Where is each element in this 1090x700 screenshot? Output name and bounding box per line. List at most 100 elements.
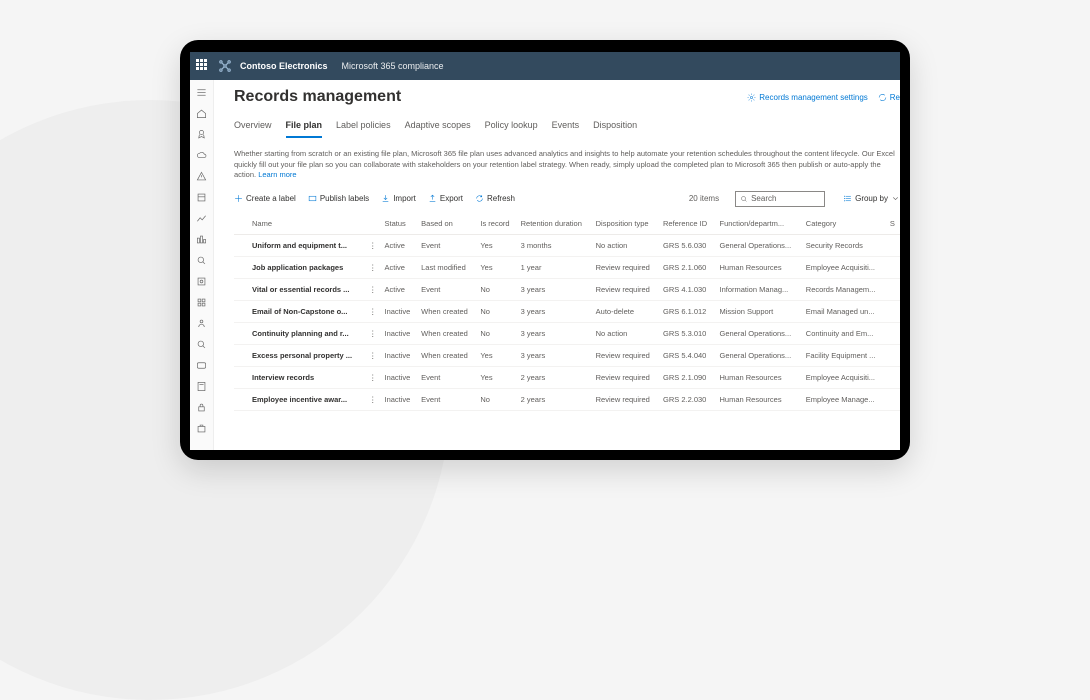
row-reference: GRS 5.6.030 [659, 234, 716, 256]
refresh-button[interactable]: Refresh [475, 194, 515, 203]
row-name: Email of Non-Capstone o... [248, 300, 365, 322]
row-category: Email Managed un... [802, 300, 886, 322]
suite-header: Contoso Electronics Microsoft 365 compli… [190, 52, 900, 80]
row-status: Inactive [380, 366, 417, 388]
row-menu-icon[interactable]: ⋮ [365, 234, 381, 256]
chevron-down-icon [891, 194, 900, 203]
app-launcher-icon[interactable] [196, 59, 210, 73]
table-row[interactable]: Excess personal property ... ⋮ Inactive … [234, 344, 900, 366]
row-menu-icon[interactable]: ⋮ [365, 300, 381, 322]
search-input[interactable]: Search [735, 191, 825, 207]
row-status: Inactive [380, 322, 417, 344]
suite-name: Microsoft 365 compliance [342, 61, 444, 71]
records-icon[interactable] [196, 380, 208, 392]
row-category: Security Records [802, 234, 886, 256]
learn-more-link[interactable]: Learn more [258, 170, 296, 179]
col-based-on[interactable]: Based on [417, 213, 476, 235]
row-function: Human Resources [715, 366, 801, 388]
lock-icon[interactable] [196, 401, 208, 413]
row-menu-icon[interactable]: ⋮ [365, 366, 381, 388]
publish-labels-button[interactable]: Publish labels [308, 194, 369, 203]
cloud-icon[interactable] [196, 149, 208, 161]
description: Whether starting from scratch or an exis… [234, 149, 900, 181]
row-menu-icon[interactable]: ⋮ [365, 388, 381, 410]
row-disposition: Review required [592, 256, 659, 278]
row-function: Human Resources [715, 256, 801, 278]
col-reference[interactable]: Reference ID [659, 213, 716, 235]
col-function[interactable]: Function/departm... [715, 213, 801, 235]
compliance-icon[interactable] [196, 128, 208, 140]
col-s[interactable]: S [886, 213, 900, 235]
tab-label-policies[interactable]: Label policies [336, 120, 391, 138]
group-by-button[interactable]: Group by [843, 194, 900, 203]
row-function: Human Resources [715, 388, 801, 410]
row-disposition: Review required [592, 344, 659, 366]
policies-icon[interactable] [196, 233, 208, 245]
tab-events[interactable]: Events [552, 120, 580, 138]
home-icon[interactable] [196, 107, 208, 119]
discover-icon[interactable] [196, 338, 208, 350]
tabs: Overview File plan Label policies Adapti… [234, 120, 900, 139]
create-label-button[interactable]: Create a label [234, 194, 296, 203]
row-based-on: When created [417, 322, 476, 344]
row-reference: GRS 5.3.010 [659, 322, 716, 344]
settings-link[interactable]: Records management settings [747, 93, 868, 102]
row-function: Information Manag... [715, 278, 801, 300]
row-status: Inactive [380, 300, 417, 322]
row-retention: 1 year [517, 256, 592, 278]
data-icon[interactable] [196, 275, 208, 287]
row-status: Active [380, 256, 417, 278]
refresh-link[interactable]: Re [878, 93, 900, 102]
tab-adaptive-scopes[interactable]: Adaptive scopes [405, 120, 471, 138]
table-row[interactable]: Employee incentive awar... ⋮ Inactive Ev… [234, 388, 900, 410]
tab-disposition[interactable]: Disposition [593, 120, 637, 138]
reports-icon[interactable] [196, 191, 208, 203]
row-is-record: No [476, 322, 516, 344]
col-status[interactable]: Status [380, 213, 417, 235]
row-status: Inactive [380, 344, 417, 366]
tab-policy-lookup[interactable]: Policy lookup [485, 120, 538, 138]
row-is-record: No [476, 388, 516, 410]
col-is-record[interactable]: Is record [476, 213, 516, 235]
nav-rail [190, 80, 214, 450]
tab-file-plan[interactable]: File plan [286, 120, 323, 138]
table-row[interactable]: Continuity planning and r... ⋮ Inactive … [234, 322, 900, 344]
tab-overview[interactable]: Overview [234, 120, 272, 138]
col-retention[interactable]: Retention duration [517, 213, 592, 235]
row-disposition: Review required [592, 278, 659, 300]
table-row[interactable]: Uniform and equipment t... ⋮ Active Even… [234, 234, 900, 256]
row-is-record: Yes [476, 256, 516, 278]
import-button[interactable]: Import [381, 194, 416, 203]
row-status: Active [380, 234, 417, 256]
row-menu-icon[interactable]: ⋮ [365, 256, 381, 278]
row-disposition: Review required [592, 388, 659, 410]
menu-icon[interactable] [196, 86, 208, 98]
row-category: Facility Equipment ... [802, 344, 886, 366]
row-reference: GRS 6.1.012 [659, 300, 716, 322]
export-button[interactable]: Export [428, 194, 463, 203]
row-menu-icon[interactable]: ⋮ [365, 322, 381, 344]
chart-icon[interactable] [196, 212, 208, 224]
roles-icon[interactable] [196, 317, 208, 329]
briefcase-icon[interactable] [196, 422, 208, 434]
row-retention: 3 months [517, 234, 592, 256]
table-row[interactable]: Vital or essential records ... ⋮ Active … [234, 278, 900, 300]
row-disposition: Review required [592, 366, 659, 388]
row-menu-icon[interactable]: ⋮ [365, 344, 381, 366]
message-icon[interactable] [196, 359, 208, 371]
row-based-on: Event [417, 366, 476, 388]
row-status: Active [380, 278, 417, 300]
row-name: Excess personal property ... [248, 344, 365, 366]
col-name[interactable]: Name [248, 213, 365, 235]
table-row[interactable]: Job application packages ⋮ Active Last m… [234, 256, 900, 278]
col-disposition[interactable]: Disposition type [592, 213, 659, 235]
alert-icon[interactable] [196, 170, 208, 182]
row-menu-icon[interactable]: ⋮ [365, 278, 381, 300]
table-row[interactable]: Interview records ⋮ Inactive Event Yes 2… [234, 366, 900, 388]
row-function: General Operations... [715, 344, 801, 366]
col-category[interactable]: Category [802, 213, 886, 235]
catalog-icon[interactable] [196, 296, 208, 308]
search-nav-icon[interactable] [196, 254, 208, 266]
table-row[interactable]: Email of Non-Capstone o... ⋮ Inactive Wh… [234, 300, 900, 322]
row-retention: 3 years [517, 278, 592, 300]
